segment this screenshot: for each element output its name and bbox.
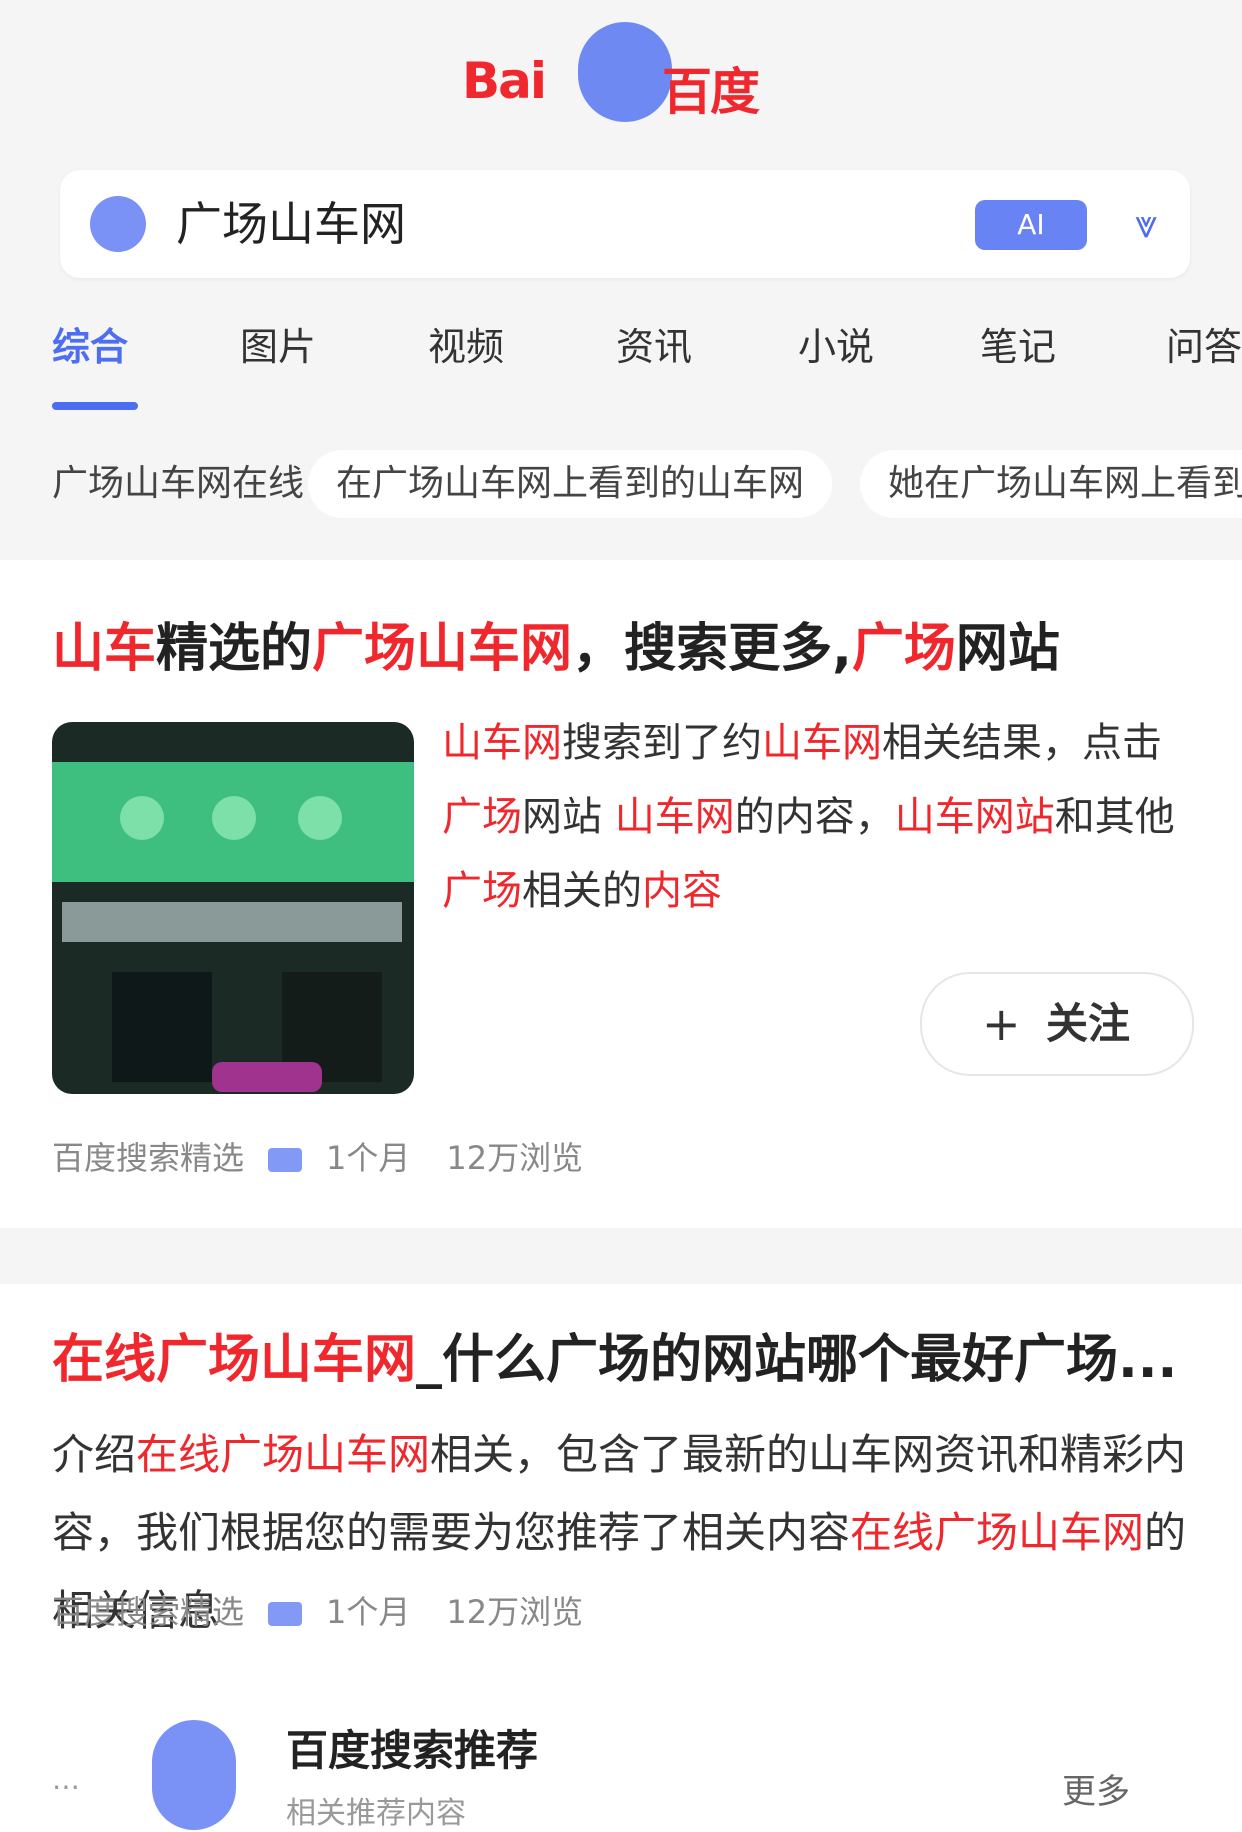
snippet-text: 和其他 bbox=[1054, 794, 1175, 840]
title-text: _什么广场的网站哪个最好广场... bbox=[416, 1330, 1178, 1390]
baidu-logo[interactable]: Bai 百度 bbox=[462, 22, 778, 122]
chip-1[interactable]: 广场山车网在线 bbox=[52, 450, 304, 518]
title-text: 精选的 bbox=[156, 619, 313, 679]
chip-2[interactable]: 在广场山车网上看到的山车网 bbox=[308, 450, 833, 518]
storefront-sign bbox=[52, 762, 414, 882]
result2-title[interactable]: 在线广场山车网_什么广场的网站哪个最好广场... bbox=[52, 1326, 1192, 1394]
tab-images[interactable]: 图片 bbox=[240, 322, 316, 372]
result1-source: 百度搜索精选 1个月 12万浏览 bbox=[52, 1136, 619, 1180]
title-highlight: 山车 bbox=[52, 619, 157, 679]
source-views: 12万浏览 bbox=[446, 1593, 584, 1631]
storefront-band bbox=[62, 902, 402, 942]
result1-snippet: 山车网搜索到了约山车网相关结果，点击广场网站 山车网的内容，山车网站和其他广场相… bbox=[442, 706, 1192, 928]
snippet-highlight: 在线广场山车网 bbox=[136, 1430, 431, 1479]
active-tab-indicator bbox=[52, 402, 138, 410]
storefront-light bbox=[212, 1062, 322, 1092]
result1-title[interactable]: 山车精选的广场山车网，搜索更多,广场网站 bbox=[52, 615, 1192, 683]
author-name[interactable]: 百度搜索推荐 bbox=[286, 1724, 538, 1778]
chip-3[interactable]: 她在广场山车网上看到 bbox=[860, 450, 1242, 518]
title-highlight: 在线广场山车网 bbox=[52, 1330, 417, 1390]
snippet-text: 网站 bbox=[522, 794, 615, 840]
source-views: 12万浏览 bbox=[446, 1139, 584, 1177]
source-time: 1个月 bbox=[326, 1593, 411, 1631]
logo-text-right: 百度 bbox=[662, 63, 760, 121]
source-name[interactable]: 百度搜索精选 bbox=[52, 1139, 244, 1177]
follow-label: 关注 bbox=[1046, 999, 1131, 1048]
tab-qa[interactable]: 问答 bbox=[1166, 322, 1242, 372]
related-chips: 广场山车网在线 在广场山车网上看到的山车网 她在广场山车网上看到 bbox=[0, 438, 1242, 534]
tab-news[interactable]: 资讯 bbox=[616, 322, 692, 372]
title-highlight: 广场 bbox=[851, 619, 956, 679]
logo-text-left: Bai bbox=[462, 52, 547, 110]
tab-notes[interactable]: 笔记 bbox=[980, 322, 1056, 372]
snippet-highlight: 山车网 bbox=[762, 720, 882, 766]
snippet-text: 介绍 bbox=[52, 1430, 137, 1479]
storefront-door bbox=[112, 972, 212, 1082]
tab-all[interactable]: 综合 bbox=[52, 322, 128, 372]
search-box[interactable]: 广场山车网 AI ⩔ bbox=[60, 170, 1190, 278]
title-highlight: 广场 bbox=[312, 619, 417, 679]
snippet-text: 搜索到了约 bbox=[562, 720, 762, 766]
follow-button[interactable]: + 关注 bbox=[920, 972, 1194, 1076]
snippet-text: 相关的 bbox=[522, 868, 642, 914]
avatar[interactable] bbox=[152, 1720, 236, 1830]
snippet-highlight: 山车网站 bbox=[894, 794, 1055, 840]
snippet-highlight: 在线广场山车网 bbox=[850, 1508, 1145, 1557]
paw-icon bbox=[578, 22, 672, 122]
title-text: 网站 bbox=[955, 619, 1060, 679]
source-time: 1个月 bbox=[326, 1139, 411, 1177]
result2-source: 百度搜索精选 1个月 12万浏览 bbox=[52, 1590, 619, 1634]
verified-badge-icon bbox=[268, 1148, 303, 1172]
search-tabs: 综合 图片 视频 资讯 小说 笔记 问答 bbox=[0, 300, 1242, 410]
author-row[interactable]: ⋯ 百度搜索推荐 相关推荐内容 更多 bbox=[0, 1696, 1242, 1831]
tab-novels[interactable]: 小说 bbox=[798, 322, 874, 372]
author-sub: 相关推荐内容 bbox=[286, 1796, 466, 1831]
result-divider bbox=[0, 1228, 1242, 1284]
ai-search-button[interactable]: AI bbox=[975, 200, 1087, 250]
title-highlight: 山车网 bbox=[416, 619, 573, 679]
more-dots-icon[interactable]: ⋯ bbox=[52, 1770, 96, 1803]
result1-thumbnail[interactable] bbox=[52, 722, 414, 1094]
snippet-highlight: 广场 bbox=[442, 868, 522, 914]
search-input[interactable]: 广场山车网 bbox=[176, 196, 406, 252]
verified-badge-icon bbox=[268, 1602, 303, 1626]
plus-icon: + bbox=[982, 997, 1021, 1051]
title-text: ，搜索更多, bbox=[572, 619, 852, 679]
snippet-highlight: 内容 bbox=[642, 868, 722, 914]
snippet-highlight: 山车网 bbox=[442, 720, 562, 766]
snippet-text: 相关结果，点击 bbox=[882, 720, 1162, 766]
more-link[interactable]: 更多 bbox=[1062, 1764, 1130, 1813]
snippet-highlight: 广场 bbox=[442, 794, 522, 840]
search-paw-icon bbox=[90, 196, 146, 252]
filter-icon[interactable]: ⩔ bbox=[1120, 198, 1172, 250]
snippet-text: 您的需要为您推荐了相关内容 bbox=[304, 1508, 851, 1557]
snippet-text: 的内容， bbox=[734, 794, 895, 840]
source-name[interactable]: 百度搜索精选 bbox=[52, 1593, 244, 1631]
snippet-highlight: 山车网 bbox=[614, 794, 735, 840]
tab-videos[interactable]: 视频 bbox=[428, 322, 504, 372]
